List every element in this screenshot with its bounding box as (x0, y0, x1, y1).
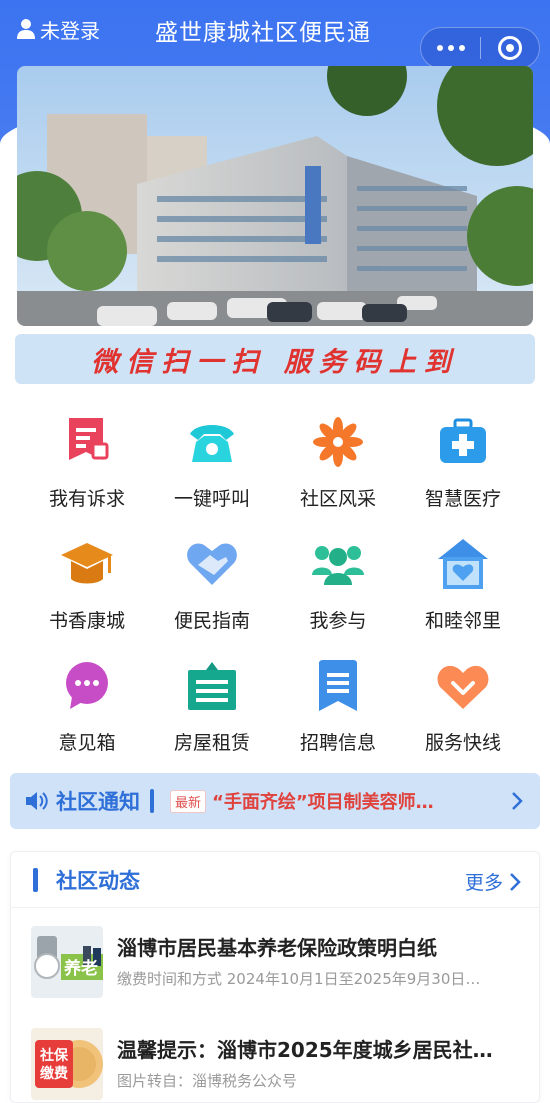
banner-image[interactable] (17, 66, 533, 326)
grid-label: 我参与 (309, 610, 367, 632)
notice-divider (150, 789, 154, 813)
heart-handshake-icon (182, 534, 242, 594)
bookmark-doc-icon (308, 656, 368, 716)
home-heart-icon (433, 534, 493, 594)
news-header: 社区动态 更多 (11, 852, 539, 908)
grid-label: 书香康城 (48, 610, 125, 632)
grid-item-participate[interactable]: 我参与 (278, 528, 398, 638)
grid-item-complaint[interactable]: 我有诉求 (27, 406, 147, 516)
login-status[interactable]: 未登录 (16, 14, 100, 44)
grid-label: 一键呼叫 (173, 488, 250, 510)
chevron-right-icon[interactable] (510, 791, 524, 811)
grid-item-smart-medical[interactable]: 智慧医疗 (403, 406, 523, 516)
grid-label: 意见箱 (58, 732, 116, 754)
news-item[interactable]: 养老 淄博市居民基本养老保险政策明白纸 缴费时间和方式 2024年10月1日至2… (31, 926, 531, 1002)
grid-item-reading[interactable]: 书香康城 (27, 528, 147, 638)
grid-label: 服务快线 (424, 732, 501, 754)
grid-label: 智慧医疗 (424, 488, 501, 510)
more-label: 更多 (464, 872, 503, 894)
grid-item-call[interactable]: 一键呼叫 (152, 406, 272, 516)
community-notice-bar[interactable]: 社区通知 最新 “手面齐绘”项目制美容师… (10, 773, 540, 829)
people-group-icon (308, 534, 368, 594)
grid-item-jobs[interactable]: 招聘信息 (278, 650, 398, 760)
community-news-panel: 社区动态 更多 养老 淄博市居民基本养老保险政策明白纸 缴费时间和方式 2024… (10, 851, 540, 1103)
new-badge: 最新 (170, 789, 207, 813)
scan-slogan-banner[interactable]: 微信扫一扫 服务码上到 (15, 334, 535, 384)
flower-icon (308, 412, 368, 472)
grid-label: 招聘信息 (299, 732, 376, 754)
grid-item-service-line[interactable]: 服务快线 (403, 650, 523, 760)
complaint-doc-icon (57, 412, 117, 472)
grid-label: 房屋租赁 (173, 732, 250, 754)
more-button[interactable]: 更多 (465, 868, 521, 895)
news-item[interactable]: 社保缴费 温馨提示：淄博市2025年度城乡居民社… 图片转自：淄博税务公众号 (31, 1028, 531, 1103)
grid-item-neighbors[interactable]: 和睦邻里 (403, 528, 523, 638)
news-item-title: 淄博市居民基本养老保险政策明白纸 (117, 936, 437, 960)
news-item-subtitle: 图片转自：淄博税务公众号 (117, 1072, 298, 1090)
news-thumbnail: 养老 (31, 926, 103, 998)
medical-kit-icon (433, 412, 493, 472)
user-icon (17, 19, 35, 39)
login-label: 未登录 (40, 18, 100, 43)
grid-label: 和睦邻里 (424, 610, 501, 632)
more-menu-icon[interactable] (421, 45, 480, 51)
thumb-text: 养老 (63, 958, 98, 979)
news-title: 社区动态 (56, 868, 140, 893)
grid-label: 便民指南 (173, 610, 250, 632)
grid-label: 社区风采 (299, 488, 376, 510)
chevron-right-icon (510, 872, 521, 891)
speaker-icon (26, 792, 48, 810)
grid-label: 我有诉求 (48, 488, 125, 510)
app-title: 盛世康城社区便民通 (155, 20, 371, 46)
rental-sign-icon (182, 656, 242, 716)
grid-item-community-style[interactable]: 社区风采 (278, 406, 398, 516)
close-miniprogram-icon[interactable] (481, 36, 539, 60)
graduation-cap-icon (57, 534, 117, 594)
grid-item-suggestion[interactable]: 意见箱 (27, 650, 147, 760)
notice-text[interactable]: “手面齐绘”项目制美容师… (212, 788, 512, 814)
notice-title: 社区通知 (56, 790, 140, 814)
chat-bubble-icon (57, 656, 117, 716)
news-item-subtitle: 缴费时间和方式 2024年10月1日至2025年9月30日… (117, 970, 481, 988)
heart-check-icon (433, 656, 493, 716)
grid-item-rental[interactable]: 房屋租赁 (152, 650, 272, 760)
news-title-bar (33, 867, 38, 892)
grid-item-guide[interactable]: 便民指南 (152, 528, 272, 638)
news-thumbnail: 社保缴费 (31, 1028, 103, 1100)
miniprogram-capsule (420, 27, 540, 69)
news-item-title: 温馨提示：淄博市2025年度城乡居民社… (117, 1038, 493, 1062)
phone-icon (182, 412, 242, 472)
